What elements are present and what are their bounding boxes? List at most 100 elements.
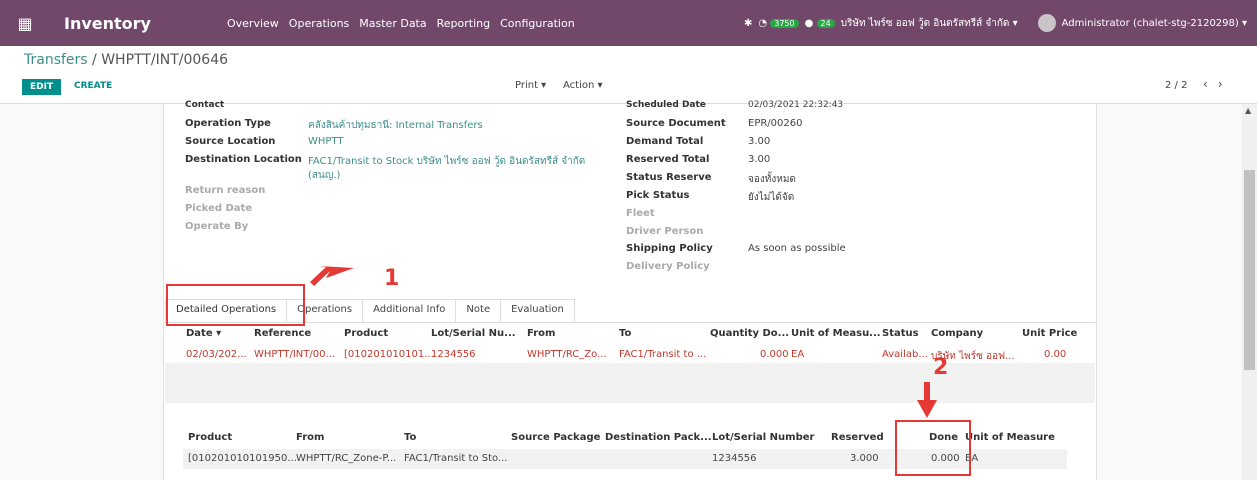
arrow-down-icon (917, 382, 937, 418)
annotation-box-1 (166, 284, 305, 326)
ops-col-lot-serial[interactable]: Lot/Serial Number (712, 432, 814, 443)
activity-icon[interactable]: ◔ 3750 (758, 18, 799, 29)
shipping-policy-label: Shipping Policy (626, 243, 713, 254)
picked-date-label: Picked Date (185, 203, 253, 214)
tab-additional-info[interactable]: Additional Info (362, 299, 457, 322)
ops-col-uom[interactable]: Unit of Measure (965, 432, 1055, 443)
cell-unit-price: 0.00 (1044, 349, 1067, 360)
tab-note[interactable]: Note (455, 299, 502, 322)
menu-overview[interactable]: Overview (222, 17, 284, 30)
systray: ✱ ◔ 3750 ● 24 บริษัท ไพร์ซ ออฟ วู้ด อินด… (744, 0, 1257, 46)
pager-nav: ‹› (1203, 77, 1233, 91)
print-dropdown[interactable]: Print ▾ (515, 80, 546, 91)
app-title[interactable]: Inventory (50, 14, 222, 33)
status-reserve-value: จองทั้งหมด (748, 174, 796, 185)
destination-location-value-line2[interactable]: (สนญ.) (308, 168, 340, 183)
pick-status-value: ยังไม่ได้จัด (748, 192, 795, 203)
control-panel: Transfers / WHPTT/INT/00646 EDIT CREATE … (0, 46, 1257, 104)
breadcrumb-current: WHPTT/INT/00646 (101, 52, 229, 68)
cell-to: FAC1/Transit to ... (619, 349, 707, 360)
reserved-total-label: Reserved Total (626, 154, 710, 165)
edit-button[interactable]: EDIT (22, 79, 62, 95)
message-count: 24 (816, 18, 835, 28)
col-uom[interactable]: Unit of Measu... (791, 328, 881, 339)
menu-operations[interactable]: Operations (284, 17, 354, 30)
shipping-policy-value: As soon as possible (748, 243, 846, 254)
source-location-label: Source Location (185, 136, 276, 147)
company-switcher[interactable]: บริษัท ไพร์ซ ออฟ วู้ด อินดรัสทรีส์ จำกัด… (841, 16, 1018, 31)
menu-configuration[interactable]: Configuration (495, 17, 580, 30)
source-location-value[interactable]: WHPTT (308, 136, 343, 147)
cell-date: 02/03/202... (186, 349, 247, 360)
demand-total-value: 3.00 (748, 136, 771, 147)
scrollbar-thumb[interactable] (1244, 170, 1255, 370)
ops-cell-from: WHPTT/RC_Zone-P... (296, 453, 397, 464)
ops-cell-to: FAC1/Transit to Sto... (404, 453, 508, 464)
cell-status: Availab... (882, 349, 928, 360)
cell-qty-done: 0.000 (760, 349, 789, 360)
ops-col-reserved[interactable]: Reserved (831, 432, 884, 443)
breadcrumb-transfers[interactable]: Transfers (24, 52, 88, 68)
user-menu[interactable]: Administrator (chalet-stg-2120298) ▾ (1062, 18, 1247, 29)
col-date[interactable]: Date ▾ (186, 328, 221, 339)
cell-lot: 1234556 (431, 349, 476, 360)
ops-col-destination-package[interactable]: Destination Pack... (605, 432, 712, 443)
cell-reference: WHPTT/INT/00... (254, 349, 336, 360)
ops-col-source-package[interactable]: Source Package (511, 432, 600, 443)
contact-label: Contact (185, 100, 225, 110)
col-to[interactable]: To (619, 328, 631, 339)
apps-menu-icon[interactable]: ▦ (0, 0, 50, 46)
activity-count: 3750 (770, 18, 799, 28)
col-lot-serial[interactable]: Lot/Serial Nu... (431, 328, 516, 339)
col-product[interactable]: Product (344, 328, 388, 339)
operation-type-value[interactable]: คลังสินค้าปทุมธานี: Internal Transfers (308, 118, 483, 133)
fleet-label: Fleet (626, 208, 655, 219)
ops-cell-reserved: 3.000 (850, 453, 879, 464)
action-dropdown[interactable]: Action ▾ (563, 80, 603, 91)
ops-col-from[interactable]: From (296, 432, 324, 443)
destination-location-label: Destination Location (185, 154, 302, 165)
pick-status-label: Pick Status (626, 190, 690, 201)
col-quantity-done[interactable]: Quantity Do... (710, 328, 789, 339)
col-company[interactable]: Company (931, 328, 983, 339)
source-document-value: EPR/00260 (748, 118, 803, 129)
pager-value[interactable]: 2 / 2 (1165, 80, 1187, 91)
table-footer-band (165, 363, 1095, 403)
messages-icon[interactable]: ● 24 (805, 18, 835, 29)
bug-icon[interactable]: ✱ (744, 18, 752, 29)
chevron-left-icon[interactable]: ‹ (1203, 77, 1218, 91)
scheduled-date-label: Scheduled Date (626, 100, 706, 110)
breadcrumb: Transfers / WHPTT/INT/00646 (24, 52, 229, 68)
ops-col-to[interactable]: To (404, 432, 416, 443)
menu-reporting[interactable]: Reporting (432, 17, 495, 30)
operate-by-label: Operate By (185, 221, 249, 232)
menu-master-data[interactable]: Master Data (354, 17, 431, 30)
delivery-policy-label: Delivery Policy (626, 261, 710, 272)
col-status[interactable]: Status (882, 328, 919, 339)
annotation-number-1: 1 (384, 266, 400, 291)
operation-type-label: Operation Type (185, 118, 271, 129)
avatar[interactable] (1037, 14, 1056, 32)
annotation-box-2 (895, 420, 971, 476)
destination-location-value[interactable]: FAC1/Transit to Stock บริษัท ไพร์ซ ออฟ ว… (308, 154, 585, 169)
ops-cell-product: [010201010101950... (188, 453, 297, 464)
scheduled-date-value: 02/03/2021 22:32:43 (748, 100, 844, 110)
annotation-number-2: 2 (933, 355, 949, 380)
driver-person-label: Driver Person (626, 226, 704, 237)
chevron-right-icon[interactable]: › (1218, 77, 1233, 91)
create-button[interactable]: CREATE (74, 81, 112, 91)
scroll-up-icon[interactable]: ▲ (1245, 106, 1251, 115)
demand-total-label: Demand Total (626, 136, 704, 147)
source-document-label: Source Document (626, 118, 726, 129)
status-reserve-label: Status Reserve (626, 172, 712, 183)
ops-col-product[interactable]: Product (188, 432, 232, 443)
col-from[interactable]: From (527, 328, 555, 339)
reserved-total-value: 3.00 (748, 154, 771, 165)
top-navbar: ▦ Inventory Overview Operations Master D… (0, 0, 1257, 46)
cell-from: WHPTT/RC_Zo... (527, 349, 607, 360)
col-unit-price[interactable]: Unit Price (1022, 328, 1077, 339)
main-menu: Overview Operations Master Data Reportin… (222, 17, 580, 30)
tab-evaluation[interactable]: Evaluation (500, 299, 575, 322)
cell-uom: EA (791, 349, 805, 360)
col-reference[interactable]: Reference (254, 328, 311, 339)
